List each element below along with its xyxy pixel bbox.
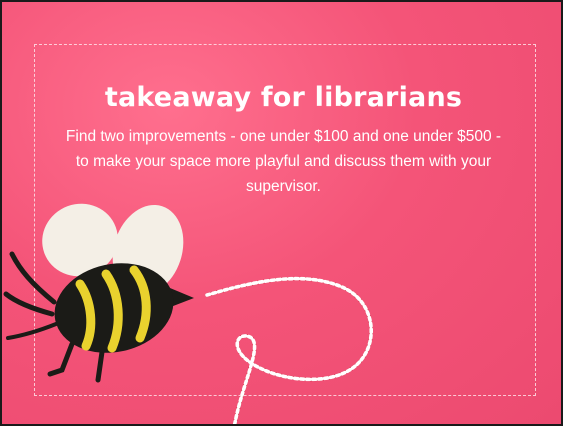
slide: takeaway for librarians Find two improve… xyxy=(0,0,563,426)
illustration xyxy=(3,203,373,424)
bakers-twine-icon xyxy=(205,276,373,424)
felt-bee-icon xyxy=(3,203,194,383)
